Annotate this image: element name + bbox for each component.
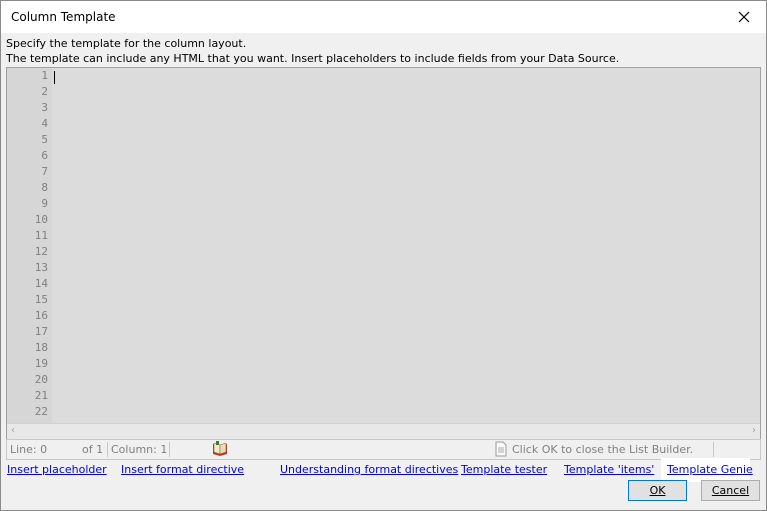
line-number: 18 bbox=[34, 341, 48, 354]
status-bar: Line: 0 of 1 Column: 1 Click OK to close… bbox=[6, 439, 761, 460]
insert-placeholder-link[interactable]: Insert placeholder bbox=[7, 463, 107, 476]
status-message: Click OK to close the List Builder. bbox=[512, 443, 694, 456]
cancel-button[interactable]: Cancel bbox=[701, 480, 760, 501]
line-number: 20 bbox=[34, 373, 48, 386]
status-line: Line: 0 bbox=[10, 443, 48, 456]
line-number: 14 bbox=[34, 277, 48, 290]
line-number: 10 bbox=[34, 213, 48, 226]
close-icon bbox=[738, 11, 750, 23]
line-number: 8 bbox=[41, 181, 48, 194]
line-number: 15 bbox=[34, 293, 48, 306]
line-number: 3 bbox=[41, 101, 48, 114]
code-text-area[interactable] bbox=[52, 68, 760, 424]
line-number: 4 bbox=[41, 117, 48, 130]
line-number: 19 bbox=[34, 357, 48, 370]
status-separator bbox=[169, 442, 170, 457]
line-number: 7 bbox=[41, 165, 48, 178]
template-editor[interactable]: 1 2 3 4 5 6 7 8 9 10 11 12 13 14 15 16 1… bbox=[6, 67, 761, 441]
column-template-dialog: Column Template Specify the template for… bbox=[0, 0, 767, 511]
line-number: 9 bbox=[41, 197, 48, 210]
template-tester-link[interactable]: Template tester bbox=[461, 463, 547, 476]
line-number-gutter: 1 2 3 4 5 6 7 8 9 10 11 12 13 14 15 16 1… bbox=[7, 68, 52, 424]
horizontal-scrollbar[interactable]: ‹ › bbox=[7, 423, 760, 440]
status-column: Column: 1 bbox=[111, 443, 168, 456]
line-number: 2 bbox=[41, 85, 48, 98]
line-number: 16 bbox=[34, 309, 48, 322]
line-number: 22 bbox=[34, 405, 48, 418]
book-icon bbox=[212, 441, 228, 459]
understanding-format-directives-link[interactable]: Understanding format directives bbox=[280, 463, 458, 476]
line-number: 21 bbox=[34, 389, 48, 402]
line-number: 17 bbox=[34, 325, 48, 338]
link-bar: Insert placeholder Insert format directi… bbox=[1, 463, 766, 479]
template-items-link[interactable]: Template 'items' bbox=[564, 463, 654, 476]
text-caret bbox=[54, 71, 55, 84]
scroll-right-icon[interactable]: › bbox=[752, 425, 756, 436]
line-number: 5 bbox=[41, 133, 48, 146]
template-genie-link[interactable]: Template Genie bbox=[667, 463, 753, 476]
line-number: 1 bbox=[41, 69, 48, 82]
document-icon bbox=[494, 441, 508, 460]
title-bar: Column Template bbox=[1, 1, 766, 33]
status-separator bbox=[713, 442, 714, 457]
line-number: 12 bbox=[34, 245, 48, 258]
line-number: 13 bbox=[34, 261, 48, 274]
window-title: Column Template bbox=[11, 10, 116, 24]
ok-button-label: OK bbox=[649, 484, 666, 497]
cancel-button-label: Cancel bbox=[711, 484, 750, 497]
status-separator bbox=[107, 442, 108, 457]
description-line-2: The template can include any HTML that y… bbox=[6, 52, 620, 65]
ok-button[interactable]: OK bbox=[628, 480, 687, 501]
status-of: of 1 bbox=[82, 443, 104, 456]
line-number: 11 bbox=[34, 229, 48, 242]
insert-format-directive-link[interactable]: Insert format directive bbox=[121, 463, 244, 476]
description-line-1: Specify the template for the column layo… bbox=[6, 37, 247, 50]
line-number: 6 bbox=[41, 149, 48, 162]
close-button[interactable] bbox=[722, 1, 766, 33]
scroll-left-icon[interactable]: ‹ bbox=[11, 425, 15, 436]
